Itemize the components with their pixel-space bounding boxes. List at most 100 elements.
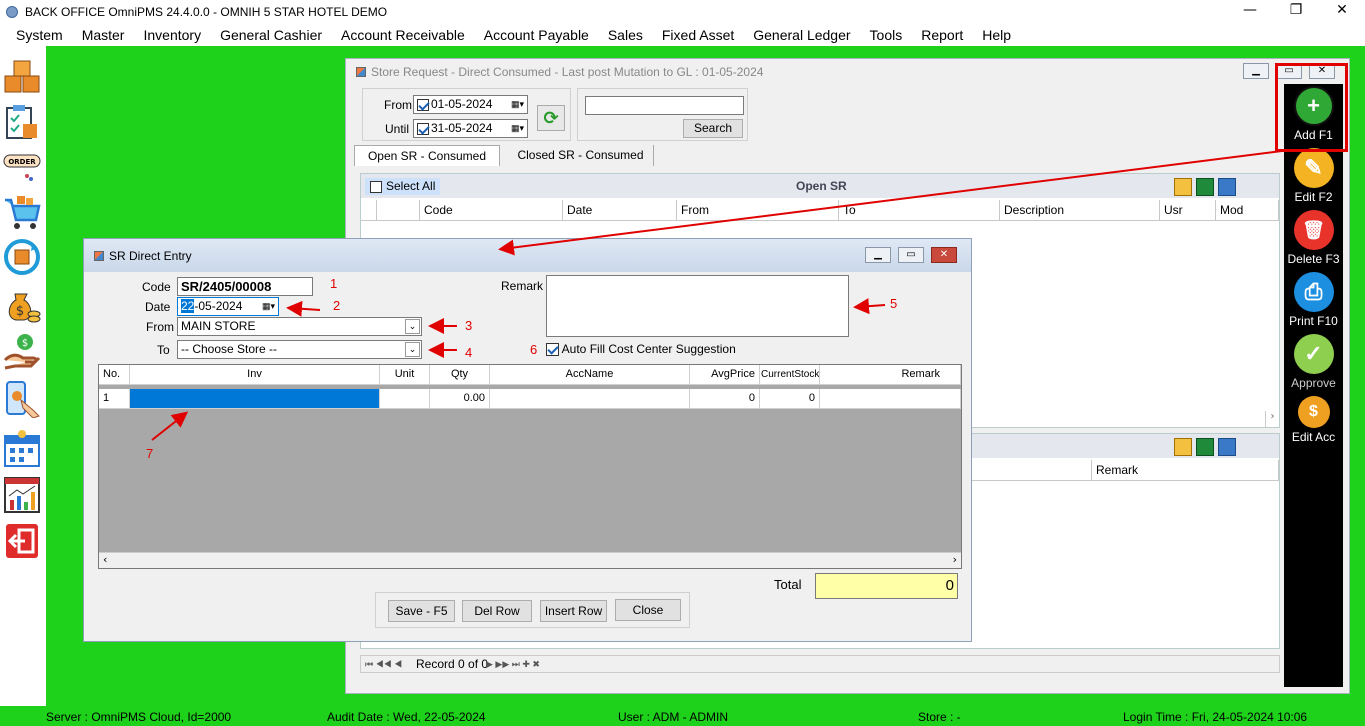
search-button[interactable]: Search [683, 119, 743, 138]
expand-icon[interactable] [1174, 438, 1192, 456]
tab-open-sr-consumed[interactable]: Open SR - Consumed [354, 145, 500, 166]
from-date-picker[interactable]: 01-05-2024 ▦▾ [413, 95, 528, 114]
chevron-down-icon: ⌄ [405, 342, 420, 357]
minimize-button[interactable]: — [1240, 2, 1260, 18]
print-icon[interactable] [1218, 178, 1236, 196]
close-dialog-button[interactable]: Close [615, 599, 681, 621]
tab-closed-sr-consumed[interactable]: Closed SR - Consumed [508, 145, 654, 166]
select-all-checkbox[interactable]: Select All [365, 178, 441, 195]
search-input[interactable] [585, 96, 744, 115]
grid-cell-accname[interactable] [490, 389, 690, 409]
del-row-button[interactable]: Del Row [462, 600, 532, 622]
code-field[interactable]: SR/2405/00008 [177, 277, 313, 296]
date-label: Date [145, 300, 171, 314]
hand-money-icon[interactable]: $ [3, 332, 41, 370]
calendar-dropdown-icon: ▦▾ [510, 123, 524, 133]
scroll-right-icon[interactable]: › [953, 553, 957, 566]
from-date-value: 01-05-2024 [431, 97, 493, 111]
date-picker[interactable]: 22-05-2024 ▦▾ [177, 297, 279, 316]
boxes-icon[interactable] [3, 58, 41, 96]
grid-cell-unit[interactable] [380, 389, 430, 409]
sync-icon[interactable] [3, 238, 41, 276]
grid-cell-stock[interactable]: 0 [760, 389, 820, 409]
menu-master[interactable]: Master [73, 27, 135, 43]
phone-tap-icon[interactable] [3, 380, 41, 419]
remark-textarea[interactable] [546, 275, 849, 337]
column-mod[interactable]: Mod [1216, 200, 1279, 221]
grid-col-remark: Remark [820, 365, 961, 385]
to-store-select[interactable]: -- Choose Store -- ⌄ [177, 340, 422, 359]
store-minimize-button[interactable]: ▁ [1243, 63, 1269, 79]
menu-sales[interactable]: Sales [599, 27, 653, 43]
dialog-restore-button[interactable]: ▭ [898, 247, 924, 263]
menu-account-receivable[interactable]: Account Receivable [332, 27, 475, 43]
excel-icon[interactable] [1196, 438, 1214, 456]
menu-general-ledger[interactable]: General Ledger [744, 27, 860, 43]
autofill-checkbox[interactable] [546, 343, 559, 357]
until-date-picker[interactable]: 31-05-2024 ▦▾ [413, 119, 528, 138]
column-from[interactable]: From [677, 200, 839, 221]
grid-cell-qty[interactable]: 0.00 [430, 389, 490, 409]
grid-hscrollbar[interactable]: ‹ › [99, 552, 961, 568]
menu-help[interactable]: Help [973, 27, 1021, 43]
chart-icon[interactable] [3, 476, 41, 514]
grid-col-inv: Inv [130, 365, 380, 385]
from-store-select[interactable]: MAIN STORE ⌄ [177, 317, 422, 336]
dialog-minimize-button[interactable]: ▁ [865, 247, 891, 263]
grid-cell-inv[interactable] [130, 389, 380, 409]
approve-button[interactable]: ✓ Approve [1284, 334, 1343, 390]
expand-icon[interactable] [1174, 178, 1192, 196]
dialog-close-button[interactable]: ✕ [931, 247, 957, 263]
scroll-left-icon[interactable]: ‹ [103, 553, 107, 566]
column-description[interactable]: Description [1000, 200, 1160, 221]
annotation-6: 6 [530, 342, 538, 357]
from-label: From [146, 320, 174, 334]
chevron-down-icon: ⌄ [405, 319, 420, 334]
nav-next-last-icon[interactable]: ▶ ▶▶ ⏭ ✚ ✖ [486, 656, 540, 672]
clipboard-box-icon[interactable] [3, 104, 41, 142]
autofill-option[interactable]: Auto Fill Cost Center Suggestion [546, 342, 736, 357]
grid-cell-avgprice[interactable]: 0 [690, 389, 760, 409]
insert-row-button[interactable]: Insert Row [540, 600, 607, 622]
edit-button[interactable]: ✎ Edit F2 [1284, 148, 1343, 204]
select-all-box[interactable] [370, 180, 382, 193]
menu-inventory[interactable]: Inventory [134, 27, 211, 43]
print-icon[interactable] [1218, 438, 1236, 456]
scroll-right-icon[interactable]: › [1265, 411, 1279, 427]
column-date[interactable]: Date [563, 200, 677, 221]
menu-account-payable[interactable]: Account Payable [475, 27, 599, 43]
order-icon[interactable]: ORDER [3, 150, 41, 188]
edit-acc-button[interactable]: $ Edit Acc [1284, 396, 1343, 444]
print-button[interactable]: ⎙ Print F10 [1284, 272, 1343, 328]
refresh-icon[interactable]: ⟳ [537, 105, 565, 131]
grid-col-stock: CurrentStock [760, 365, 820, 385]
grid-check-header [377, 200, 420, 221]
money-bag-icon[interactable]: $ [3, 286, 41, 324]
column-code[interactable]: Code [420, 200, 563, 221]
column-usr[interactable]: Usr [1160, 200, 1216, 221]
exit-icon[interactable] [3, 522, 41, 560]
menu-general-cashier[interactable]: General Cashier [211, 27, 332, 43]
menu-tools[interactable]: Tools [861, 27, 913, 43]
calendar-icon[interactable] [3, 430, 41, 468]
dialog-title: SR Direct Entry [109, 248, 192, 263]
add-highlight-box [1275, 63, 1348, 152]
from-date-checkbox[interactable] [417, 98, 429, 111]
column-remark[interactable]: Remark [1092, 460, 1279, 481]
restore-button[interactable]: ❐ [1286, 2, 1306, 18]
delete-button[interactable]: 🗑 Delete F3 [1284, 210, 1343, 266]
excel-icon[interactable] [1196, 178, 1214, 196]
column-to[interactable]: To [839, 200, 1000, 221]
menu-fixed-asset[interactable]: Fixed Asset [653, 27, 744, 43]
close-button[interactable]: ✕ [1332, 2, 1352, 18]
nav-first-prev-icon[interactable]: ⏮ ◀◀ ◀ [365, 656, 402, 672]
menu-system[interactable]: System [0, 27, 73, 43]
app-logo-icon [6, 6, 18, 18]
cart-icon[interactable] [3, 194, 41, 232]
menu-report[interactable]: Report [912, 27, 973, 43]
grid-cell-remark[interactable] [820, 389, 961, 409]
record-count: Record 0 of 0 [416, 657, 489, 671]
annotation-1: 1 [330, 276, 338, 291]
save-button[interactable]: Save - F5 [388, 600, 455, 622]
until-date-checkbox[interactable] [417, 122, 429, 135]
